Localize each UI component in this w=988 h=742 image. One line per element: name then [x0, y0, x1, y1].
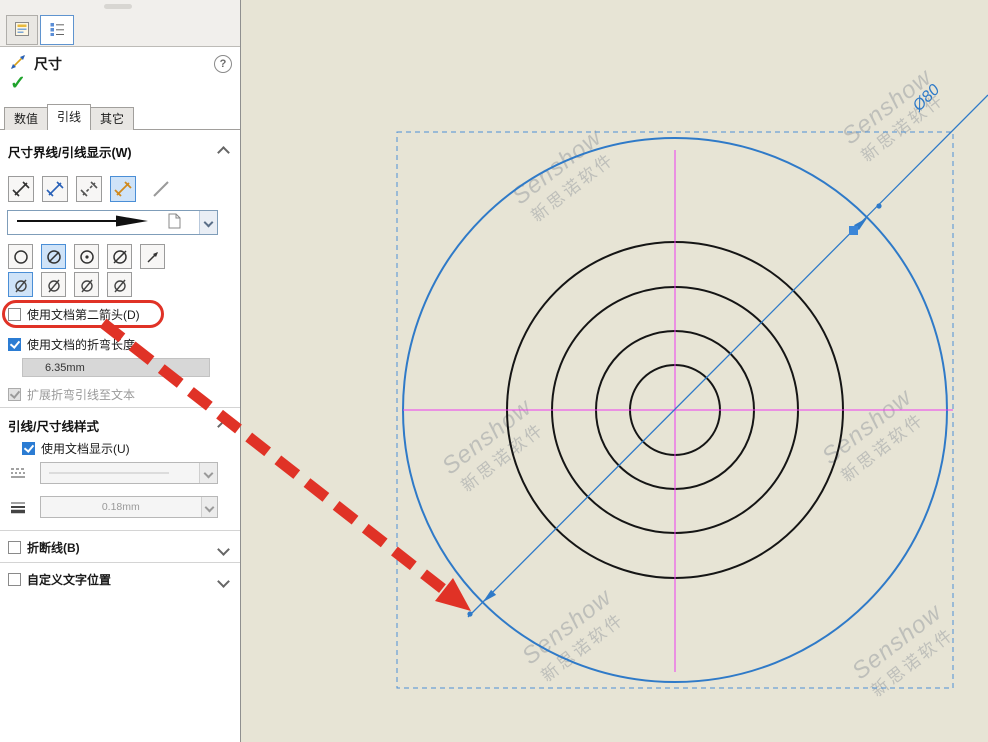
section-witness-header: 尺寸界线/引线显示(W)	[8, 142, 132, 161]
arrow-size-button-2[interactable]	[41, 272, 66, 297]
dimension-text[interactable]: Ø80	[909, 81, 943, 115]
arrow-leader-button-5[interactable]	[140, 244, 165, 269]
dropdown-chevron-icon[interactable]	[199, 211, 217, 234]
tab-feature-manager[interactable]	[6, 15, 38, 45]
divider	[0, 530, 240, 531]
dimension-leader-line[interactable]	[468, 95, 988, 617]
tab-other[interactable]: 其它	[90, 107, 134, 130]
custom-text-position-label: 自定义文字位置	[27, 571, 111, 588]
second-arrow-row: 使用文档第二箭头(D)	[8, 306, 140, 323]
tab-leaders[interactable]: 引线	[47, 104, 91, 130]
break-line-checkbox[interactable]	[8, 541, 21, 554]
expand-chevron-icon[interactable]	[219, 543, 228, 557]
line-style-dropdown	[40, 462, 218, 484]
custom-text-position-checkbox[interactable]	[8, 573, 21, 586]
panel-resize-grip[interactable]	[104, 4, 132, 9]
bend-length-input[interactable]	[22, 358, 210, 377]
break-line-row: 折断线(B)	[8, 539, 80, 556]
arrow-position-buttons	[8, 244, 167, 269]
second-arrow-checkbox[interactable]	[8, 308, 21, 321]
dimension-arrowhead-lower	[483, 590, 496, 602]
arrow-size-button-3[interactable]	[74, 272, 99, 297]
arrow-circle-button-4[interactable]	[107, 244, 132, 269]
use-doc-display-label: 使用文档显示(U)	[41, 440, 130, 457]
collapse-chevron-icon[interactable]	[219, 420, 228, 434]
arrow-size-buttons	[8, 272, 134, 297]
property-list-icon	[48, 20, 66, 41]
leader-endpoint-dot[interactable]	[467, 611, 472, 616]
tab-property-manager[interactable]	[40, 15, 74, 45]
help-icon[interactable]: ?	[214, 55, 232, 73]
arrow-size-button-1[interactable]	[8, 272, 33, 297]
line-thickness-icon	[9, 500, 27, 517]
dropdown-chevron-icon	[199, 463, 217, 483]
witness-style-buttons	[8, 176, 172, 202]
expand-chevron-icon[interactable]	[219, 575, 228, 589]
dropdown-chevron-icon	[201, 497, 217, 517]
tab-value[interactable]: 数值	[4, 107, 48, 130]
witness-style-button-3[interactable]	[76, 176, 102, 202]
bend-length-checkbox[interactable]	[8, 338, 21, 351]
divider	[0, 562, 240, 563]
panel-title: 尺寸	[34, 54, 62, 74]
line-style-icon	[9, 466, 27, 483]
bend-length-row: 使用文档的折弯长度	[8, 336, 135, 353]
drawing-area[interactable]: Senshow 新思诺软件 Senshow 新思诺软件 Senshow 新思诺软…	[241, 0, 988, 742]
panel-tab-bar	[0, 0, 240, 47]
app-window: Senshow 新思诺软件 Senshow 新思诺软件 Senshow 新思诺软…	[0, 0, 988, 742]
break-line-label: 折断线(B)	[27, 539, 80, 556]
panel-tab-strip: 数值 引线 其它	[4, 104, 133, 130]
witness-style-button-2[interactable]	[42, 176, 68, 202]
extend-bent-checkbox	[8, 388, 21, 401]
leader-endpoint-dot[interactable]	[876, 203, 881, 208]
property-manager-panel: 尺寸 ? ✓ 数值 引线 其它 尺寸界线/引线显示(W)	[0, 0, 241, 742]
line-thickness-dropdown: 0.18mm	[40, 496, 218, 518]
use-doc-display-row: 使用文档显示(U)	[22, 440, 130, 457]
extend-bent-label: 扩展折弯引线至文本	[27, 386, 135, 403]
arrow-circle-button-2[interactable]	[41, 244, 66, 269]
sketch-canvas[interactable]: Ø80	[241, 0, 988, 742]
use-doc-display-checkbox[interactable]	[22, 442, 35, 455]
no-witness-line-icon[interactable]	[150, 178, 172, 200]
ok-button[interactable]: ✓	[10, 72, 26, 95]
bend-length-label: 使用文档的折弯长度	[27, 336, 135, 353]
second-arrow-label: 使用文档第二箭头(D)	[27, 306, 140, 323]
custom-text-position-row: 自定义文字位置	[8, 571, 111, 588]
section-leader-style-header: 引线/尺寸线样式	[8, 416, 99, 435]
arrow-circle-button-3[interactable]	[74, 244, 99, 269]
feature-manager-icon	[13, 20, 31, 41]
witness-style-button-1[interactable]	[8, 176, 34, 202]
solid-arrow-icon	[12, 213, 162, 232]
arrow-size-button-4[interactable]	[107, 272, 132, 297]
witness-style-button-4[interactable]	[110, 176, 136, 202]
extend-bent-row: 扩展折弯引线至文本	[8, 386, 135, 403]
divider	[0, 407, 240, 408]
document-default-icon	[168, 213, 181, 232]
arrow-circle-button-1[interactable]	[8, 244, 33, 269]
collapse-chevron-icon[interactable]	[219, 146, 228, 160]
panel-title-row: 尺寸 ?	[8, 52, 232, 75]
line-thickness-value: 0.18mm	[41, 501, 201, 513]
arrow-style-dropdown[interactable]	[7, 210, 218, 235]
dimension-handle[interactable]	[849, 226, 858, 235]
